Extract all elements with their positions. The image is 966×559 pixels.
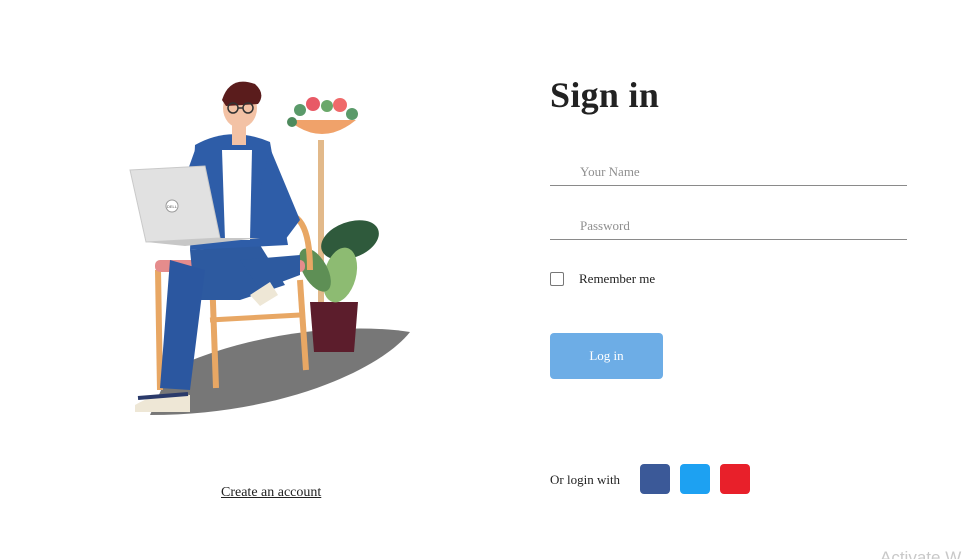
or-login-with-label: Or login with — [550, 472, 621, 487]
activate-windows-watermark: Activate W — [880, 548, 962, 559]
signin-page: DELL Create an account Sign in Remember … — [0, 0, 966, 559]
remember-me-checkbox[interactable] — [550, 272, 564, 286]
laptop-brand-label: DELL — [167, 204, 178, 209]
name-input[interactable] — [550, 158, 907, 186]
facebook-login-button[interactable] — [640, 464, 670, 494]
create-account-link[interactable]: Create an account — [221, 485, 321, 501]
signin-illustration: DELL — [129, 81, 410, 415]
login-button[interactable]: Log in — [550, 333, 663, 379]
page-title: Sign in — [550, 75, 660, 115]
remember-me-label: Remember me — [579, 271, 656, 286]
google-login-button[interactable] — [720, 464, 750, 494]
remember-me-row: Remember me — [550, 271, 655, 287]
twitter-login-button[interactable] — [680, 464, 710, 494]
password-input[interactable] — [550, 212, 907, 240]
